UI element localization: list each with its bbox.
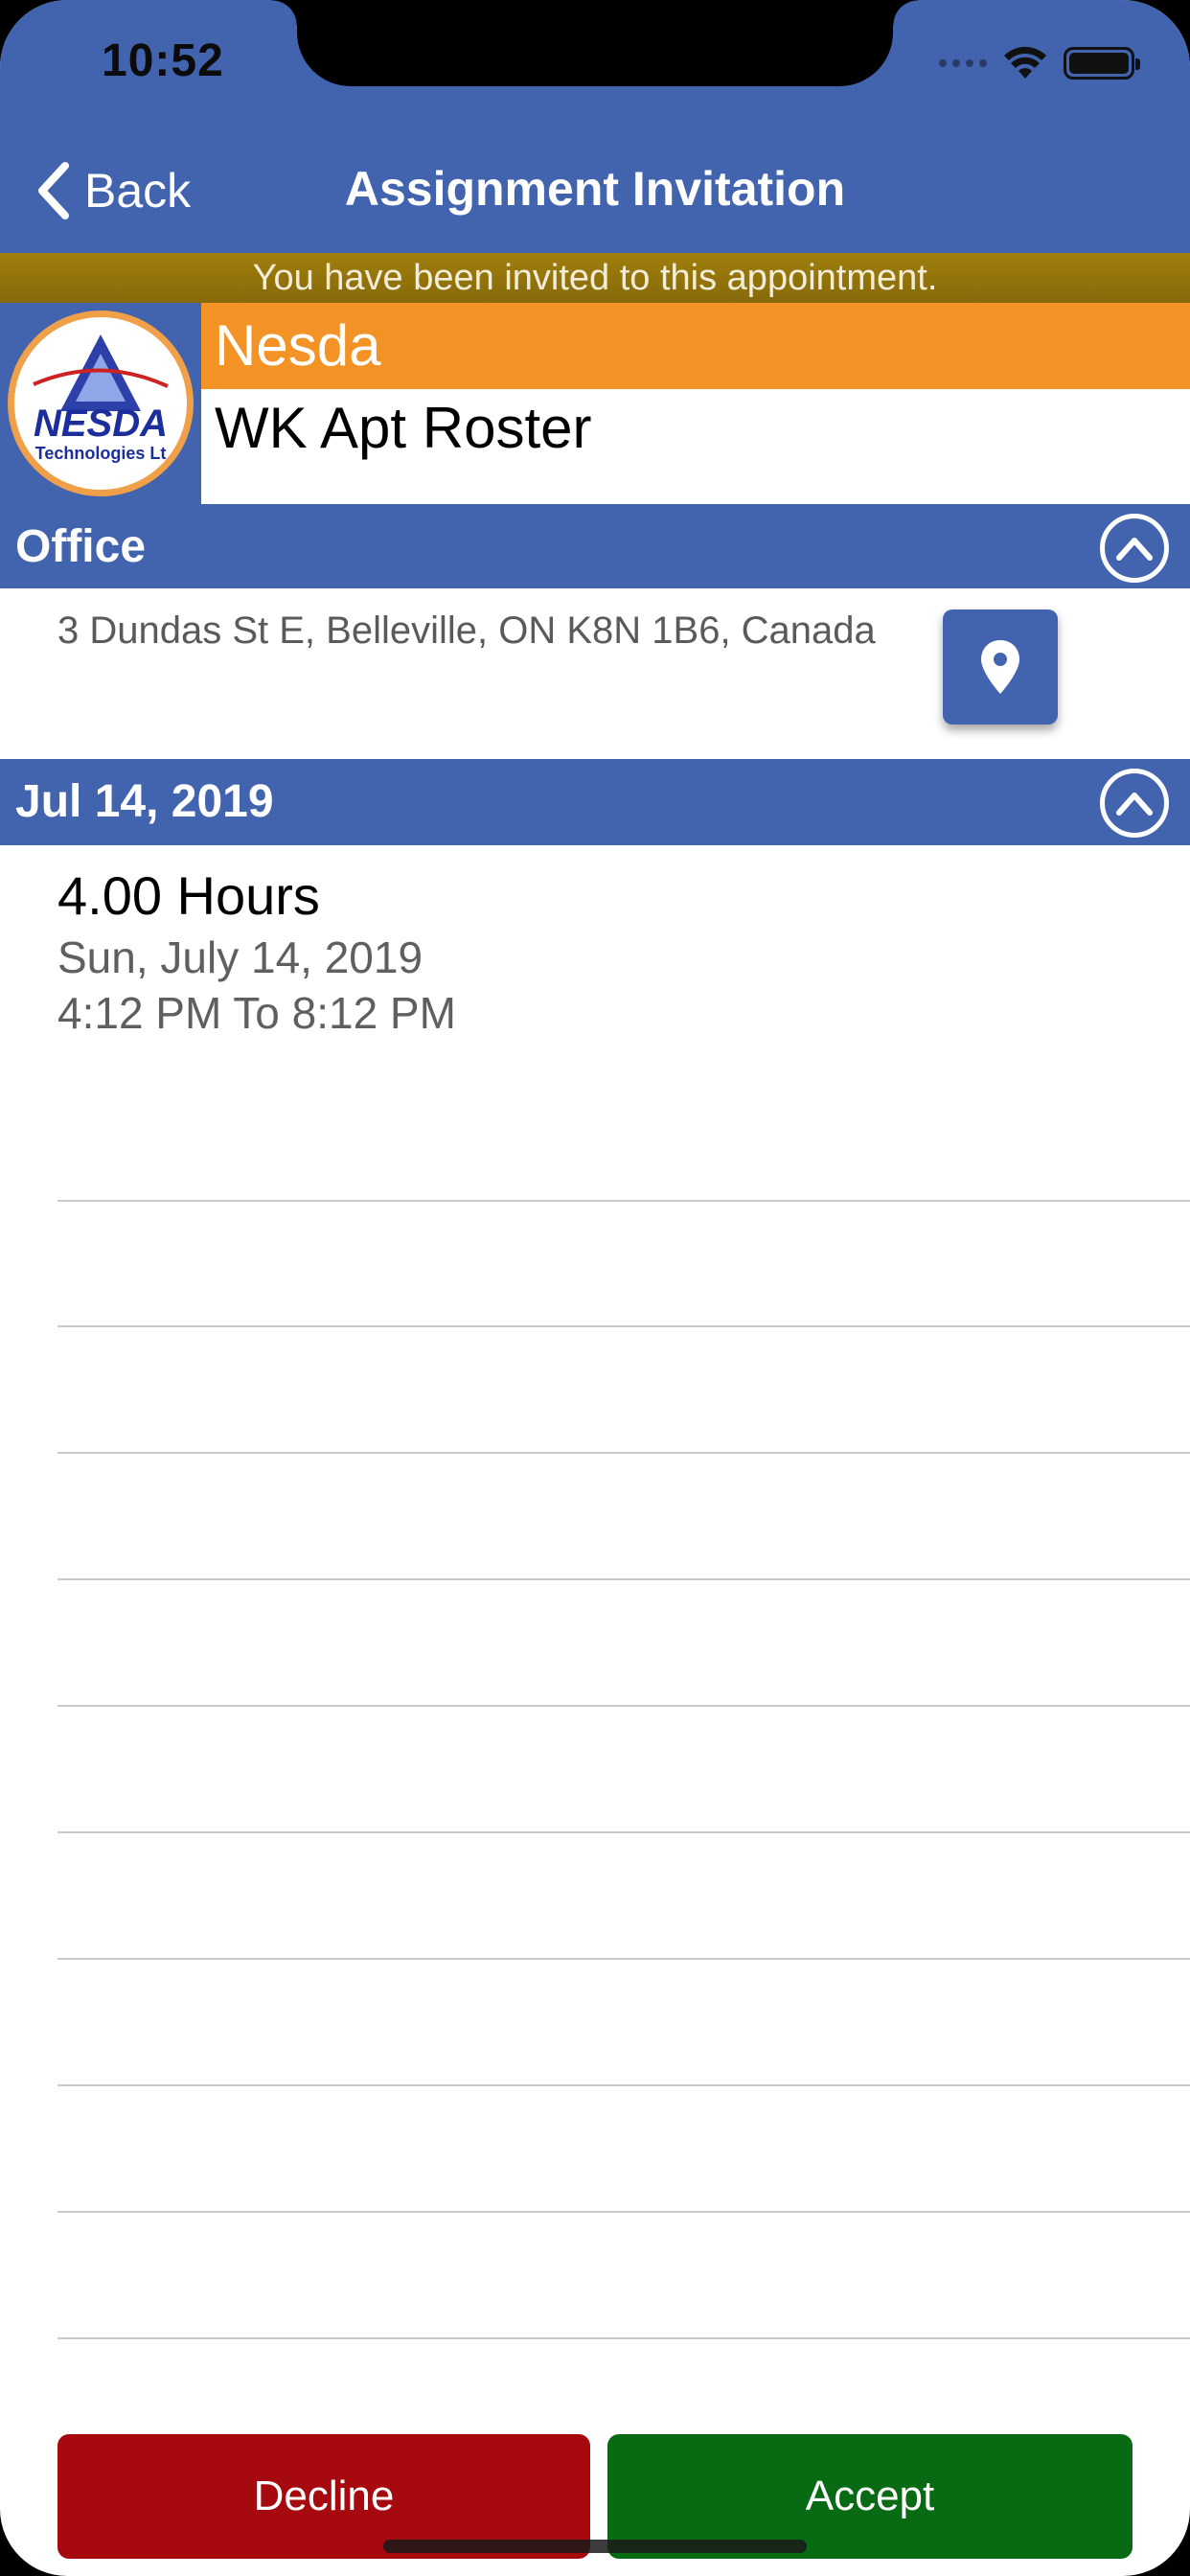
- svg-text:NESDA: NESDA: [34, 402, 168, 445]
- date-section-title: Jul 14, 2019: [15, 776, 274, 827]
- shift-hours: 4.00 Hours: [57, 865, 320, 926]
- location-section-header: Office: [0, 504, 1190, 590]
- signal-icon: [939, 59, 987, 67]
- device-notch: [272, 0, 918, 86]
- list-separator: [57, 1958, 1190, 1960]
- list-separator: [57, 1705, 1190, 1707]
- address-text: 3 Dundas St E, Belleville, ON K8N 1B6, C…: [57, 610, 876, 652]
- screen: 10:52 Back Assignment Invitation You hav…: [0, 0, 1190, 2576]
- list-separator: [57, 1452, 1190, 1454]
- client-header: NESDA Technologies Lt Nesda WK Apt Roste…: [0, 303, 1190, 504]
- shift-date: Sun, July 14, 2019: [57, 932, 423, 982]
- date-collapse-button[interactable]: [1100, 769, 1169, 838]
- collapse-chevron-icon: [1116, 793, 1153, 816]
- svg-text:Technologies Lt: Technologies Lt: [35, 444, 167, 463]
- location-section-title: Office: [15, 521, 147, 572]
- shift-time: 4:12 PM To 8:12 PM: [57, 988, 456, 1038]
- page-title: Assignment Invitation: [344, 162, 846, 216]
- home-indicator[interactable]: [383, 2540, 807, 2553]
- list-separator: [57, 1200, 1190, 1202]
- address-row: 3 Dundas St E, Belleville, ON K8N 1B6, C…: [0, 588, 1190, 759]
- list-separator: [57, 1831, 1190, 1833]
- date-section-header: Jul 14, 2019: [0, 759, 1190, 845]
- invitation-banner: You have been invited to this appointmen…: [0, 253, 1190, 303]
- shift-item[interactable]: 4.00 Hours Sun, July 14, 2019 4:12 PM To…: [57, 862, 456, 1041]
- list-separator: [57, 1578, 1190, 1580]
- map-pin-icon: [981, 640, 1019, 694]
- list-separator: [57, 2337, 1190, 2339]
- location-collapse-button[interactable]: [1100, 514, 1169, 583]
- list-separator: [57, 2084, 1190, 2086]
- collapse-chevron-icon: [1116, 538, 1153, 561]
- client-logo: NESDA Technologies Lt: [8, 310, 194, 496]
- map-button[interactable]: [943, 610, 1058, 724]
- client-name: Nesda: [201, 303, 1190, 389]
- client-subtitle: WK Apt Roster: [201, 389, 1190, 504]
- status-icons: [939, 44, 1140, 82]
- app-header: 10:52 Back Assignment Invitation: [0, 0, 1190, 253]
- status-time: 10:52: [102, 35, 224, 86]
- battery-icon: [1064, 47, 1140, 80]
- list-separator: [57, 1325, 1190, 1327]
- list-separator: [57, 2211, 1190, 2213]
- wifi-icon: [1004, 46, 1046, 79]
